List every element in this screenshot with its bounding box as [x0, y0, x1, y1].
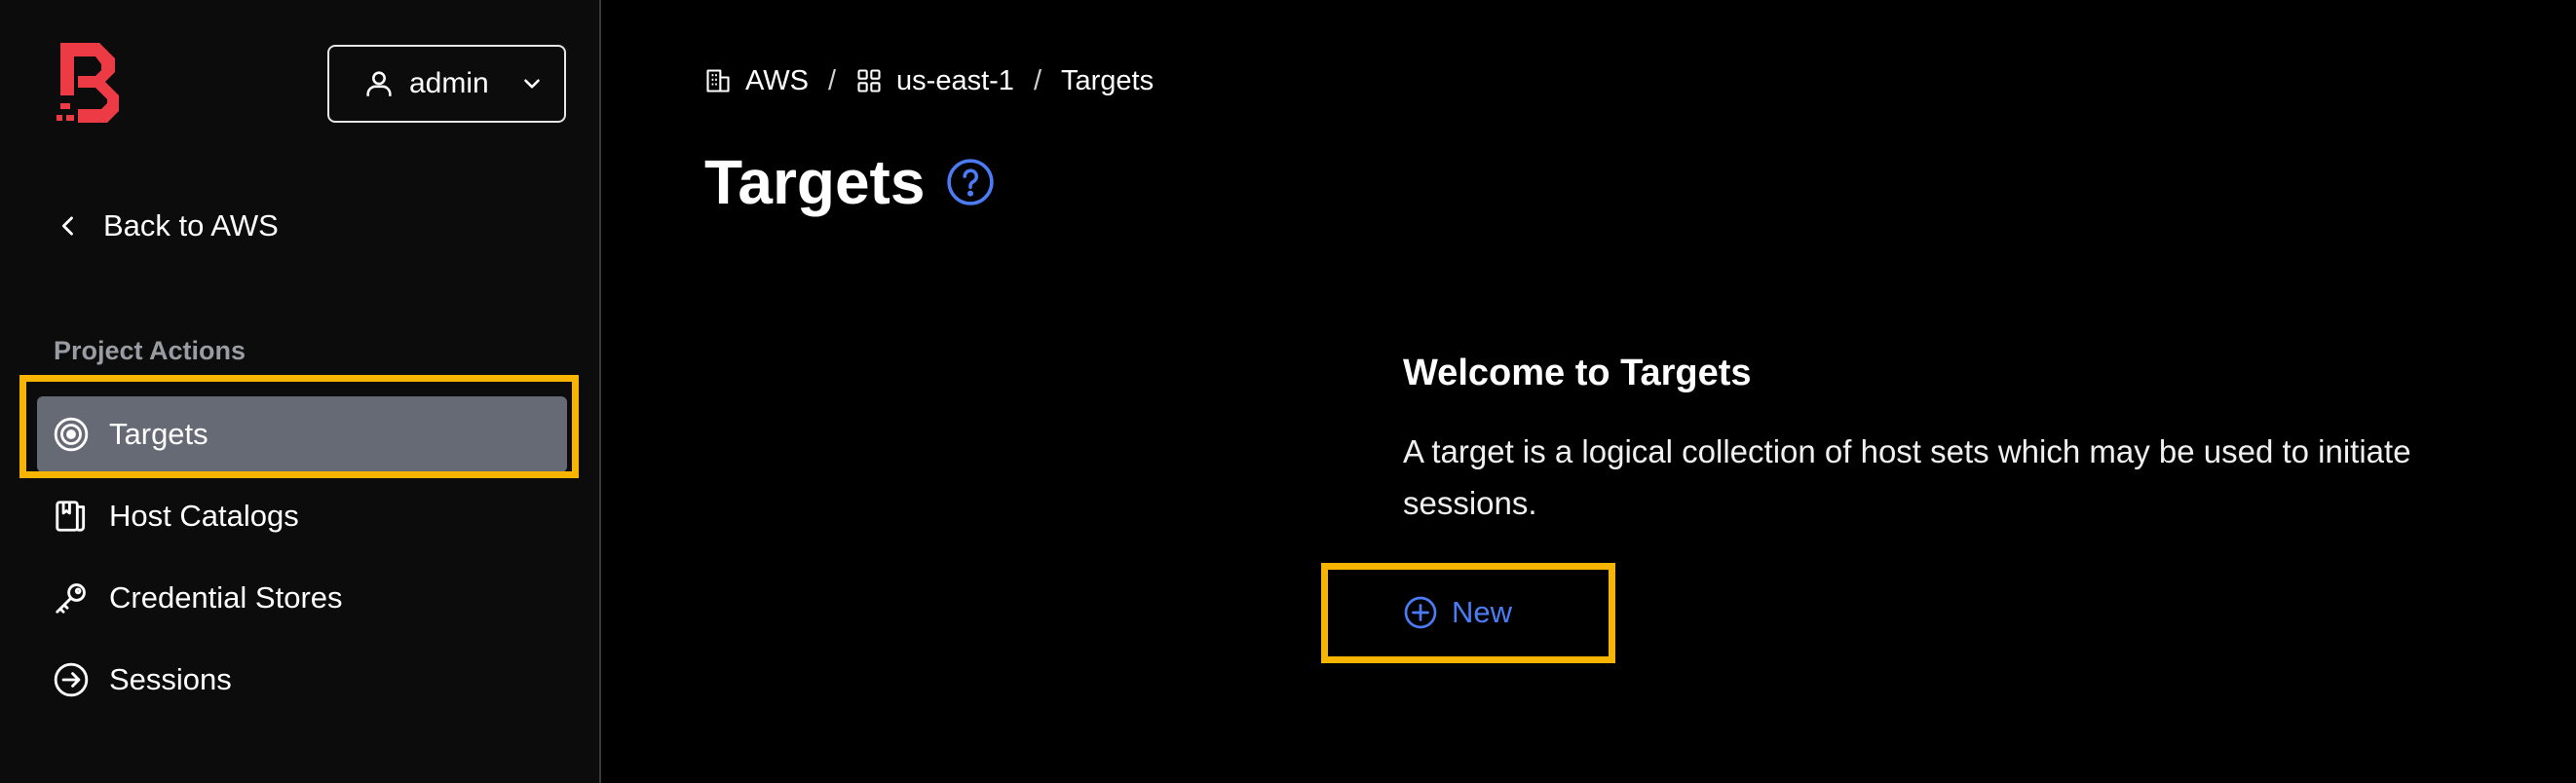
new-target-button[interactable]: New	[1403, 590, 1512, 635]
boundary-logo[interactable]	[57, 43, 125, 123]
breadcrumb-separator: /	[827, 64, 837, 96]
breadcrumb-region[interactable]: us-east-1	[855, 65, 1014, 97]
breadcrumb-label: AWS	[745, 64, 809, 96]
breadcrumb: AWS / us-east-1 / Targets	[704, 60, 1154, 101]
grid-icon	[857, 69, 881, 93]
sidebar-item-sessions[interactable]: Sessions	[37, 642, 567, 718]
key-icon	[56, 583, 86, 614]
building-icon	[706, 69, 730, 93]
new-button-label: New	[1452, 595, 1513, 629]
sidebar: admin Back to AWS Project Actions Target…	[0, 0, 601, 783]
sidebar-item-label: Targets	[109, 417, 208, 451]
breadcrumb-label: Targets	[1061, 64, 1155, 96]
user-menu-button[interactable]: admin	[327, 45, 566, 123]
help-icon[interactable]	[946, 158, 995, 206]
empty-state-description: A target is a logical collection of host…	[1403, 433, 2411, 521]
section-label: Project Actions	[54, 336, 246, 365]
page-title: Targets	[704, 146, 995, 218]
empty-state: Welcome to Targets A target is a logical…	[1403, 353, 2475, 529]
sidebar-item-label: Credential Stores	[109, 580, 343, 615]
sidebar-item-targets[interactable]: Targets	[37, 396, 567, 472]
sidebar-item-host-catalogs[interactable]: Host Catalogs	[37, 478, 567, 554]
breadcrumb-separator: /	[1033, 64, 1042, 96]
app-root: admin Back to AWS Project Actions Target…	[0, 0, 2576, 783]
sign-in-icon	[54, 662, 89, 697]
breadcrumb-aws[interactable]: AWS	[704, 65, 809, 97]
chevron-down-icon	[524, 79, 540, 89]
breadcrumb-label: us-east-1	[896, 64, 1014, 96]
back-link-label: Back to AWS	[103, 208, 279, 242]
sidebar-item-credential-stores[interactable]: Credential Stores	[37, 560, 567, 636]
sidebar-item-label: Host Catalogs	[109, 499, 299, 533]
user-icon	[366, 71, 392, 96]
book-icon	[56, 501, 86, 532]
chevron-left-icon	[61, 216, 73, 236]
back-link[interactable]: Back to AWS	[55, 201, 279, 251]
sidebar-item-label: Sessions	[109, 662, 232, 696]
page-title-text: Targets	[704, 147, 926, 217]
breadcrumb-targets[interactable]: Targets	[1061, 65, 1154, 97]
user-menu-label: admin	[409, 67, 489, 99]
empty-state-title: Welcome to Targets	[1403, 353, 1752, 393]
plus-circle-icon	[1404, 596, 1437, 629]
target-icon	[54, 417, 89, 452]
